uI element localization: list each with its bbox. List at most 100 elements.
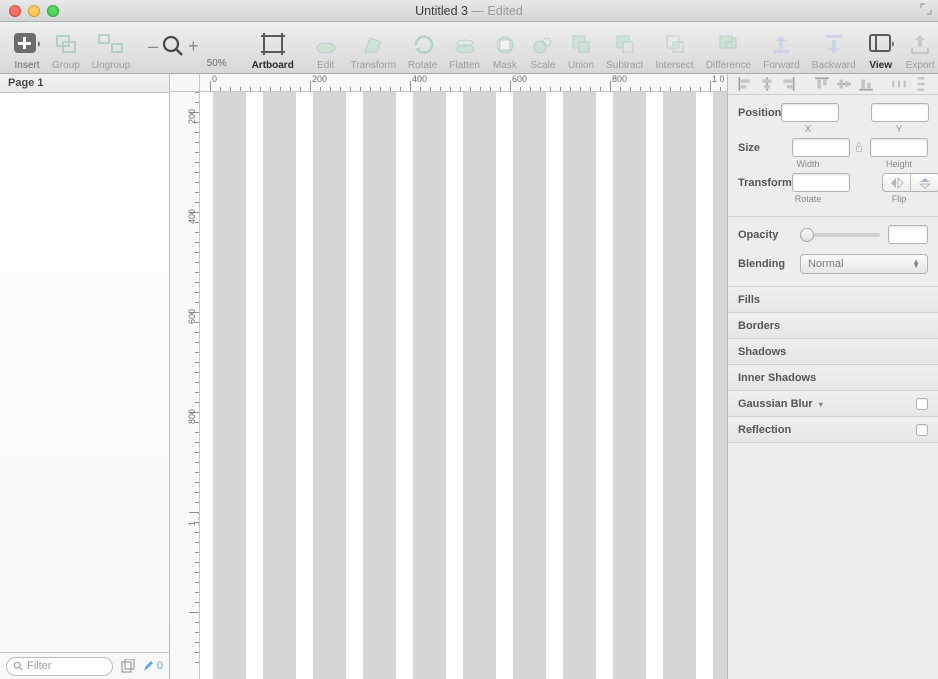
shadows-label: Shadows xyxy=(738,346,786,358)
reflection-header[interactable]: Reflection xyxy=(728,417,938,443)
artboard-column xyxy=(263,92,296,679)
x-sublabel: X xyxy=(779,124,837,134)
width-input[interactable] xyxy=(792,138,850,157)
forward-button[interactable]: Forward xyxy=(757,31,806,71)
pen-count-value: 0 xyxy=(157,660,163,672)
difference-button[interactable]: Difference xyxy=(700,31,757,71)
pen-count[interactable]: 0 xyxy=(143,660,163,672)
canvas[interactable] xyxy=(200,92,727,679)
minimize-window-button[interactable] xyxy=(28,5,40,17)
inner-shadows-header[interactable]: Inner Shadows xyxy=(728,365,938,391)
gaussian-checkbox[interactable] xyxy=(916,398,928,410)
mask-button[interactable]: Mask xyxy=(486,31,524,71)
union-label: Union xyxy=(568,60,594,71)
height-sublabel: Height xyxy=(870,159,928,169)
close-window-button[interactable] xyxy=(9,5,21,17)
forward-label: Forward xyxy=(763,60,800,71)
artboard-column xyxy=(413,92,446,679)
borders-header[interactable]: Borders xyxy=(728,313,938,339)
shadows-header[interactable]: Shadows xyxy=(728,339,938,365)
export-button[interactable]: Export xyxy=(900,31,938,71)
align-vcenter-icon[interactable] xyxy=(836,76,852,92)
artboard-column xyxy=(363,92,396,679)
flip-horizontal-button[interactable] xyxy=(883,174,912,191)
align-bottom-icon[interactable] xyxy=(858,76,874,92)
rotate-button[interactable]: Rotate xyxy=(402,31,443,71)
document-name: Untitled 3 xyxy=(415,4,468,18)
blending-select[interactable]: Normal ▲▼ xyxy=(800,254,928,274)
position-x-input[interactable] xyxy=(781,103,839,122)
opacity-label: Opacity xyxy=(738,229,800,241)
zoom-in-button[interactable]: + xyxy=(184,36,203,57)
flatten-label: Flatten xyxy=(449,60,480,71)
flip-h-icon xyxy=(890,177,904,189)
position-label: Position xyxy=(738,107,781,119)
distribute-v-icon[interactable] xyxy=(913,76,929,92)
group-label: Group xyxy=(52,60,80,71)
backward-button[interactable]: Backward xyxy=(806,31,862,71)
difference-label: Difference xyxy=(706,60,751,71)
view-button[interactable]: View xyxy=(862,31,900,71)
fills-header[interactable]: Fills xyxy=(728,287,938,313)
view-label: View xyxy=(869,60,892,71)
edit-button[interactable]: Edit xyxy=(307,31,345,71)
reflection-checkbox[interactable] xyxy=(916,424,928,436)
align-hcenter-icon[interactable] xyxy=(759,76,775,92)
height-input[interactable] xyxy=(870,138,928,157)
subtract-button[interactable]: Subtract xyxy=(600,31,649,71)
distribute-h-icon[interactable] xyxy=(891,76,907,92)
borders-label: Borders xyxy=(738,320,780,332)
scale-label: Scale xyxy=(530,60,555,71)
zoom-window-button[interactable] xyxy=(47,5,59,17)
align-right-icon[interactable] xyxy=(780,76,796,92)
opacity-slider[interactable] xyxy=(800,233,880,237)
zoom-level-label: 50% xyxy=(203,58,231,69)
zoom-out-button[interactable]: – xyxy=(144,36,162,57)
artboard-column xyxy=(613,92,646,679)
rotate-input[interactable] xyxy=(792,173,850,192)
layer-list[interactable] xyxy=(0,93,169,652)
zoom-icon[interactable] xyxy=(162,35,184,57)
artboard-button[interactable]: Artboard xyxy=(239,31,307,71)
intersect-button[interactable]: Intersect xyxy=(649,31,699,71)
artboard-column xyxy=(513,92,546,679)
artboard-column xyxy=(463,92,496,679)
union-button[interactable]: Union xyxy=(562,31,600,71)
flip-sublabel: Flip xyxy=(870,194,928,204)
transform-button[interactable]: Transform xyxy=(345,31,402,71)
insert-button[interactable]: Insert xyxy=(8,31,46,71)
fullscreen-icon[interactable] xyxy=(920,3,932,15)
transform-label: Transform xyxy=(351,60,396,71)
position-y-input[interactable] xyxy=(871,103,929,122)
window-controls xyxy=(0,5,59,17)
toolbar: Insert Group Ungroup – + 50% Artboard Ed… xyxy=(0,22,938,74)
flip-vertical-button[interactable] xyxy=(911,174,938,191)
window-title: Untitled 3 — Edited xyxy=(0,4,938,18)
lock-aspect-icon[interactable] xyxy=(854,142,864,154)
canvas-area: 02004006008001 0 2004006008001 000 xyxy=(170,74,727,679)
align-top-icon[interactable] xyxy=(814,76,830,92)
gaussian-blur-header[interactable]: Gaussian Blur ▾ xyxy=(728,391,938,417)
filter-placeholder: Filter xyxy=(27,660,51,672)
ungroup-button[interactable]: Ungroup xyxy=(86,31,136,71)
window-titlebar: Untitled 3 — Edited xyxy=(0,0,938,22)
opacity-slider-knob[interactable] xyxy=(800,228,814,242)
search-icon xyxy=(13,661,23,671)
opacity-input[interactable] xyxy=(888,225,928,244)
flatten-button[interactable]: Flatten xyxy=(443,31,486,71)
filter-input[interactable]: Filter xyxy=(6,657,113,676)
artboard-column xyxy=(563,92,596,679)
align-left-icon[interactable] xyxy=(737,76,753,92)
rotate-sublabel: Rotate xyxy=(779,194,837,204)
inner-shadows-label: Inner Shadows xyxy=(738,372,816,384)
y-sublabel: Y xyxy=(870,124,928,134)
horizontal-ruler[interactable]: 02004006008001 0 xyxy=(170,74,727,92)
group-button[interactable]: Group xyxy=(46,31,86,71)
blending-value: Normal xyxy=(808,258,843,270)
duplicate-icon[interactable] xyxy=(121,659,135,673)
scale-button[interactable]: Scale xyxy=(524,31,562,71)
page-header[interactable]: Page 1 xyxy=(0,74,169,93)
appearance-section: Opacity Blending Normal ▲▼ xyxy=(728,217,938,287)
vertical-ruler[interactable]: 2004006008001 000 xyxy=(170,92,200,679)
geometry-section: Position XY Size WidthHeight Transform xyxy=(728,95,938,217)
